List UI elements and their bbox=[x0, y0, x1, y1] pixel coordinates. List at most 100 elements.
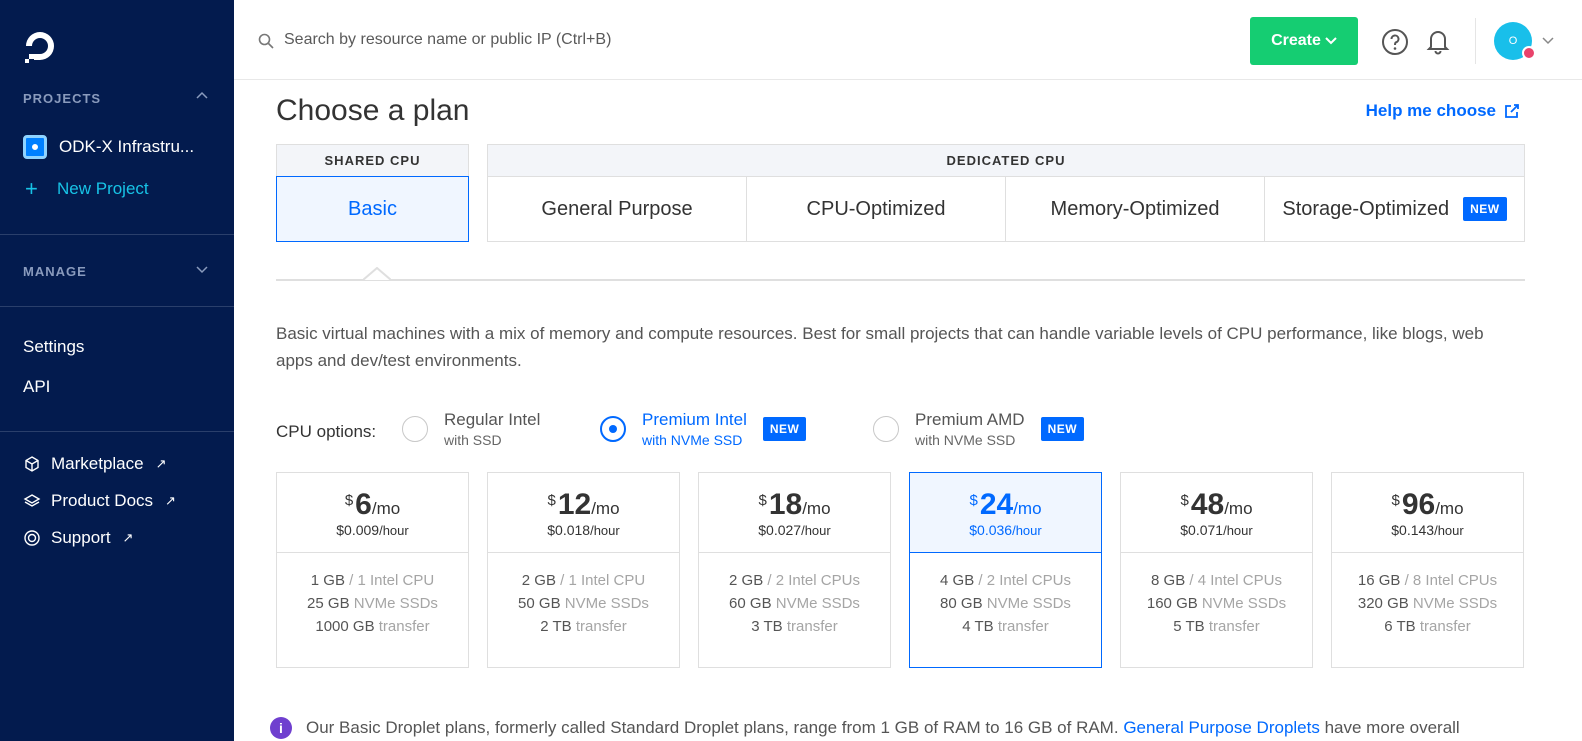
plan-disk-unit: NVMe SSDs bbox=[1201, 595, 1287, 612]
new-project-label: New Project bbox=[57, 179, 149, 198]
plan-disk: 50 GB bbox=[518, 595, 561, 612]
per-month-label: /mo bbox=[591, 498, 620, 518]
plan-memory: 2 GB bbox=[729, 572, 764, 589]
per-month-label: /mo bbox=[1435, 498, 1464, 518]
external-arrow-icon: ↗ bbox=[122, 530, 134, 545]
plan-transfer: 4 TB bbox=[962, 618, 994, 635]
search-input[interactable] bbox=[284, 26, 884, 54]
radio-button[interactable] bbox=[402, 416, 428, 442]
plan-card[interactable]: $12/mo $0.018/hour 2 GB / 1 Intel CPU 50… bbox=[487, 472, 680, 668]
plan-card-selected[interactable]: $24/mo $0.036/hour 4 GB / 2 Intel CPUs 8… bbox=[909, 472, 1102, 668]
cpu-option-name: Regular Intel bbox=[444, 410, 541, 429]
chevron-down-icon bbox=[1325, 37, 1337, 45]
new-badge: NEW bbox=[1040, 417, 1085, 441]
info-icon: i bbox=[270, 717, 292, 739]
sidebar-link-product-docs[interactable]: Product Docs ↗ bbox=[23, 491, 176, 511]
tab-memory-optimized[interactable]: Memory-Optimized bbox=[1005, 176, 1265, 242]
info-note: i Our Basic Droplet plans, formerly call… bbox=[270, 717, 1460, 739]
per-hour-label: /hour bbox=[590, 522, 620, 538]
monthly-price: 12 bbox=[557, 487, 592, 521]
radio-button[interactable] bbox=[873, 416, 899, 442]
manage-section-title: MANAGE bbox=[23, 264, 87, 279]
search-icon bbox=[258, 33, 274, 49]
plan-transfer: 2 TB bbox=[540, 618, 572, 635]
sidebar-link-marketplace[interactable]: Marketplace ↗ bbox=[23, 454, 167, 474]
new-project-link[interactable]: + New Project bbox=[25, 176, 149, 201]
plan-memory: 8 GB bbox=[1151, 572, 1186, 589]
layers-icon bbox=[23, 494, 41, 507]
plan-cpu: / 1 Intel CPU bbox=[349, 572, 435, 589]
sidebar-link-support[interactable]: Support ↗ bbox=[23, 528, 133, 548]
tab-underline bbox=[276, 279, 1525, 281]
dedicated-cpu-header: DEDICATED CPU bbox=[487, 144, 1525, 176]
bell-icon[interactable] bbox=[1424, 27, 1452, 55]
currency-symbol: $ bbox=[547, 491, 556, 509]
chevron-down-icon[interactable] bbox=[196, 263, 208, 275]
tab-cpu-optimized[interactable]: CPU-Optimized bbox=[746, 176, 1006, 242]
plan-cpu: / 8 Intel CPUs bbox=[1404, 572, 1498, 589]
hourly-price: $0.018 bbox=[547, 521, 591, 538]
per-hour-label: /hour bbox=[1012, 522, 1042, 538]
plan-disk: 80 GB bbox=[940, 595, 983, 612]
info-tail: have more overall bbox=[1324, 718, 1460, 737]
support-label: Support bbox=[51, 528, 111, 547]
plan-disk: 60 GB bbox=[729, 595, 772, 612]
per-month-label: /mo bbox=[1013, 498, 1042, 518]
hourly-price: $0.036 bbox=[969, 521, 1013, 538]
sidebar-divider bbox=[0, 306, 234, 307]
chevron-up-icon[interactable] bbox=[196, 90, 208, 102]
sidebar-divider bbox=[0, 431, 234, 432]
per-month-label: /mo bbox=[802, 498, 831, 518]
monthly-price: 48 bbox=[1190, 487, 1225, 521]
plan-card[interactable]: $48/mo $0.071/hour 8 GB / 4 Intel CPUs 1… bbox=[1120, 472, 1313, 668]
cpu-option-name: Premium AMD bbox=[915, 410, 1025, 429]
cpu-option-premium-amd[interactable]: Premium AMD with NVMe SSD NEW bbox=[873, 410, 1085, 448]
general-purpose-droplets-link[interactable]: General Purpose Droplets bbox=[1123, 718, 1320, 737]
topbar-separator bbox=[1475, 18, 1476, 64]
digitalocean-logo-icon[interactable] bbox=[22, 28, 58, 64]
plan-transfer-unit: transfer bbox=[1419, 618, 1471, 635]
per-month-label: /mo bbox=[371, 498, 401, 518]
help-icon[interactable] bbox=[1381, 28, 1409, 56]
plan-transfer-unit: transfer bbox=[997, 618, 1049, 635]
hourly-price: $0.143 bbox=[1391, 521, 1435, 538]
plan-card[interactable]: $6/mo $0.009/hour 1 GB / 1 Intel CPU 25 … bbox=[276, 472, 469, 668]
plan-transfer: 6 TB bbox=[1384, 618, 1416, 635]
tab-general-purpose[interactable]: General Purpose bbox=[487, 176, 747, 242]
radio-button[interactable] bbox=[600, 416, 626, 442]
tab-label: CPU-Optimized bbox=[806, 197, 946, 220]
monthly-price: 96 bbox=[1401, 487, 1436, 521]
per-hour-label: /hour bbox=[801, 522, 831, 538]
sidebar-item-api[interactable]: API bbox=[23, 377, 50, 397]
avatar-status-dot bbox=[1522, 46, 1536, 60]
plan-disk-unit: NVMe SSDs bbox=[564, 595, 649, 612]
external-arrow-icon: ↗ bbox=[165, 493, 176, 508]
sidebar-divider bbox=[0, 234, 234, 235]
plus-icon: + bbox=[25, 176, 38, 201]
chevron-down-icon[interactable] bbox=[1542, 36, 1554, 46]
plan-transfer-unit: transfer bbox=[786, 618, 838, 635]
sidebar-item-settings[interactable]: Settings bbox=[23, 337, 84, 357]
plan-cpu: / 2 Intel CPUs bbox=[767, 572, 860, 589]
create-button[interactable]: Create bbox=[1250, 17, 1358, 65]
plan-card[interactable]: $18/mo $0.027/hour 2 GB / 2 Intel CPUs 6… bbox=[698, 472, 891, 668]
cpu-option-premium-intel[interactable]: Premium Intel with NVMe SSD NEW bbox=[600, 410, 807, 448]
project-icon bbox=[23, 135, 47, 159]
tab-basic[interactable]: Basic bbox=[276, 176, 469, 242]
sidebar-item-project[interactable]: ODK-X Infrastru... bbox=[23, 135, 223, 159]
hourly-price: $0.071 bbox=[1180, 521, 1224, 538]
create-label: Create bbox=[1271, 32, 1321, 49]
currency-symbol: $ bbox=[344, 491, 354, 509]
tab-storage-optimized[interactable]: Storage-Optimized NEW bbox=[1264, 176, 1525, 242]
per-month-label: /mo bbox=[1224, 498, 1253, 518]
page-title: Choose a plan bbox=[276, 94, 470, 127]
product-docs-label: Product Docs bbox=[51, 491, 154, 510]
plan-card[interactable]: $96/mo $0.143/hour 16 GB / 8 Intel CPUs … bbox=[1331, 472, 1524, 668]
plan-transfer-unit: transfer bbox=[1208, 618, 1260, 635]
help-me-choose-link[interactable]: Help me choose bbox=[1366, 101, 1520, 121]
marketplace-label: Marketplace bbox=[51, 454, 144, 473]
cpu-option-sub: with NVMe SSD bbox=[915, 432, 1016, 448]
projects-section-title: PROJECTS bbox=[23, 91, 102, 106]
cpu-option-regular-intel[interactable]: Regular Intel with SSD bbox=[402, 410, 540, 448]
hourly-price: $0.027 bbox=[758, 521, 802, 538]
